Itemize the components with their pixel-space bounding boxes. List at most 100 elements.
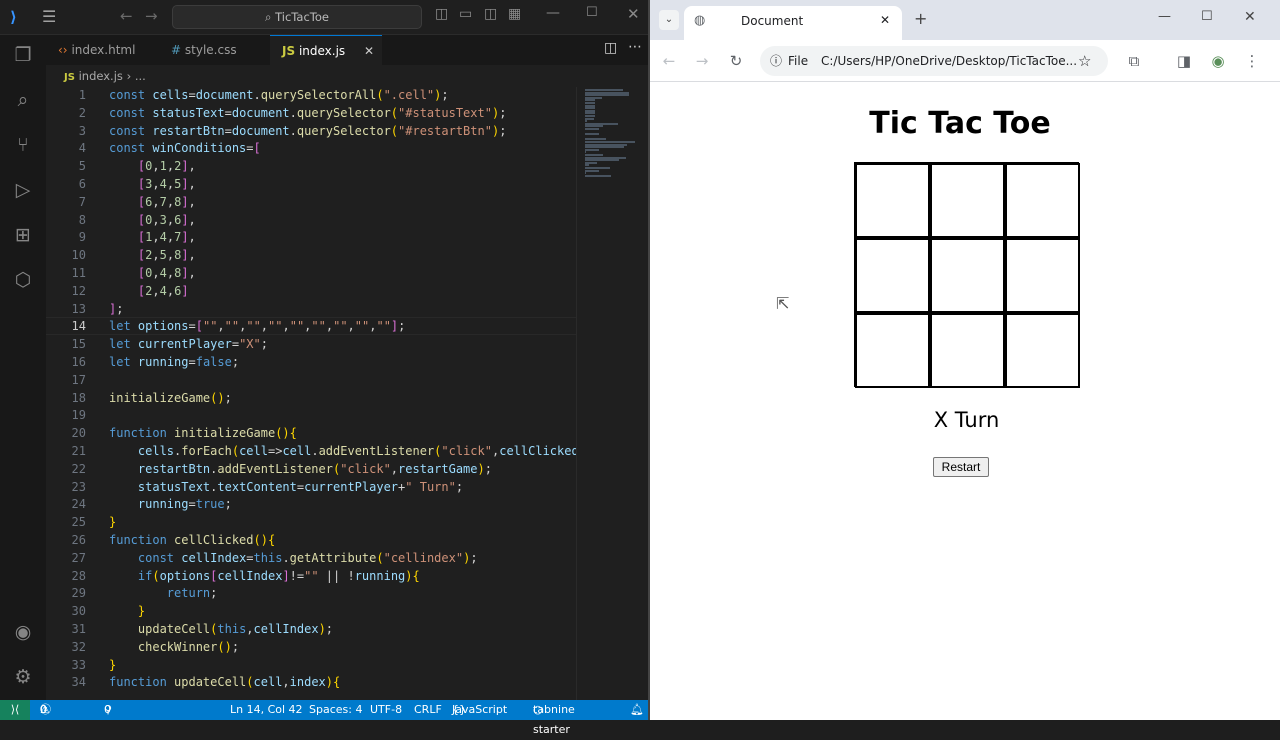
address-bar[interactable]: ⓘ File C:/Users/HP/OneDrive/Desktop/TicT… xyxy=(760,46,1108,76)
line-number: 18 xyxy=(71,390,86,405)
tab-index-html[interactable]: ‹› index.html xyxy=(46,35,158,65)
code-line[interactable]: const winConditions=[ xyxy=(109,140,261,158)
board-cell[interactable] xyxy=(930,238,1005,313)
cursor-position[interactable]: Ln 14, Col 42 xyxy=(230,700,303,720)
board-cell[interactable] xyxy=(1005,163,1080,238)
board-cell[interactable] xyxy=(855,313,930,388)
code-line[interactable]: [0,4,8], xyxy=(109,265,196,283)
code-line[interactable]: function updateCell(cell,index){ xyxy=(109,674,340,692)
code-line[interactable]: function cellClicked(){ xyxy=(109,532,275,550)
code-line[interactable]: const cells=document.querySelectorAll(".… xyxy=(109,87,449,105)
remote-indicator[interactable]: ⟩⟨ xyxy=(0,700,30,720)
code-line[interactable]: restartBtn.addEventListener("click",rest… xyxy=(109,461,492,479)
code-line[interactable]: cells.forEach(cell=>cell.addEventListene… xyxy=(109,443,576,461)
toggle-panel-icon[interactable]: ▭ xyxy=(459,6,472,22)
code-line[interactable]: [0,3,6], xyxy=(109,212,196,230)
tab-index-js[interactable]: JS index.js ✕ xyxy=(270,35,382,65)
more-actions-icon[interactable]: ⋯ xyxy=(628,39,642,55)
code-line[interactable]: [6,7,8], xyxy=(109,194,196,212)
code-line[interactable]: [3,4,5], xyxy=(109,176,196,194)
code-editor[interactable]: 1 const cells=document.querySelectorAll("… xyxy=(46,87,576,700)
breadcrumb-file[interactable]: index.js xyxy=(79,69,123,83)
board-cell[interactable] xyxy=(930,163,1005,238)
code-line[interactable]: ]; xyxy=(109,301,123,319)
close-tab-icon[interactable]: ✕ xyxy=(880,13,890,27)
toggle-secondary-sidebar-icon[interactable]: ◫ xyxy=(484,6,497,22)
code-line[interactable]: const statusText=document.querySelector(… xyxy=(109,105,506,123)
browser-window: ⌄ ◍ Document ✕ + — ☐ ✕ ← → ↻ ⓘ File C:/U… xyxy=(650,0,1280,720)
menu-icon[interactable]: ☰ xyxy=(42,7,56,26)
command-center-search[interactable]: ⌕ TicTacToe xyxy=(172,5,422,29)
code-line[interactable]: const cellIndex=this.getAttribute("celli… xyxy=(109,550,478,568)
line-number: 25 xyxy=(71,515,86,530)
minimap[interactable] xyxy=(576,87,648,700)
code-line[interactable]: [1,4,7], xyxy=(109,229,196,247)
encoding[interactable]: UTF-8 xyxy=(370,700,402,720)
search-icon[interactable]: ⌕ xyxy=(11,88,35,112)
code-line[interactable]: } xyxy=(109,514,116,532)
line-number: 16 xyxy=(71,355,86,369)
tab-style-css[interactable]: # style.css xyxy=(159,35,269,65)
maximize-icon[interactable]: ☐ xyxy=(1201,9,1213,24)
code-line[interactable]: const restartBtn=document.querySelector(… xyxy=(109,123,506,141)
tab-search-icon[interactable]: ⌄ xyxy=(659,10,679,30)
code-line[interactable]: running=true; xyxy=(109,496,232,514)
code-line[interactable]: let running=false; xyxy=(109,354,239,372)
code-line[interactable]: [2,5,8], xyxy=(109,247,196,265)
reload-icon[interactable]: ↻ xyxy=(724,49,748,73)
code-line[interactable]: function initializeGame(){ xyxy=(109,425,297,443)
back-arrow-icon[interactable]: ← xyxy=(120,7,133,25)
remote-explorer-icon[interactable]: ⬡ xyxy=(11,268,35,292)
board-cell[interactable] xyxy=(930,313,1005,388)
maximize-icon[interactable]: ☐ xyxy=(586,5,598,20)
layout-icon[interactable]: ▦ xyxy=(508,6,521,22)
menu-kebab-icon[interactable]: ⋮ xyxy=(1240,49,1264,73)
toggle-sidebar-icon[interactable]: ◫ xyxy=(435,6,448,22)
board-cell[interactable] xyxy=(855,238,930,313)
gear-icon[interactable]: ⚙ xyxy=(11,665,35,689)
mouse-cursor-icon: ⇱ xyxy=(776,294,790,313)
indentation[interactable]: Spaces: 4 xyxy=(309,700,362,720)
close-icon[interactable]: ✕ xyxy=(627,5,640,23)
line-ending[interactable]: CRLF xyxy=(414,700,442,720)
breadcrumb-rest[interactable]: ... xyxy=(135,69,146,83)
code-line[interactable]: return; xyxy=(109,585,218,603)
browser-tab[interactable]: ◍ Document ✕ xyxy=(684,6,902,40)
board-cell[interactable] xyxy=(1005,238,1080,313)
code-line[interactable]: statusText.textContent=currentPlayer+" T… xyxy=(109,479,463,497)
bookmark-star-icon[interactable]: ☆ xyxy=(1078,46,1091,76)
side-panel-icon[interactable]: ◨ xyxy=(1172,49,1196,73)
code-line[interactable]: checkWinner(); xyxy=(109,639,239,657)
code-line[interactable]: updateCell(this,cellIndex); xyxy=(109,621,333,639)
board-cell[interactable] xyxy=(855,163,930,238)
profile-avatar[interactable]: ◉ xyxy=(1206,49,1230,73)
forward-arrow-icon[interactable]: → xyxy=(145,7,158,25)
explorer-icon[interactable]: ❐ xyxy=(11,43,35,67)
line-number: 34 xyxy=(71,675,86,690)
code-line[interactable]: initializeGame(); xyxy=(109,390,232,408)
code-line[interactable]: let currentPlayer="X"; xyxy=(109,336,268,354)
code-line[interactable]: [2,4,6] xyxy=(109,283,189,301)
code-line[interactable]: } xyxy=(109,603,145,621)
run-debug-icon[interactable]: ▷ xyxy=(11,178,35,202)
restart-button[interactable]: Restart xyxy=(933,457,989,477)
forward-icon[interactable]: → xyxy=(690,49,714,73)
close-icon[interactable]: ✕ xyxy=(1244,9,1256,25)
code-line[interactable]: } xyxy=(109,657,116,675)
notifications-bell-icon[interactable]: 🔔︎ xyxy=(630,700,644,720)
accounts-icon[interactable]: ◉ xyxy=(11,620,35,644)
line-number: 15 xyxy=(71,337,86,352)
back-icon[interactable]: ← xyxy=(657,49,681,73)
extensions-icon[interactable]: ⧉ xyxy=(1122,49,1146,73)
minimize-icon[interactable]: — xyxy=(1158,9,1171,24)
code-line[interactable]: [0,1,2], xyxy=(109,158,196,176)
line-number: 31 xyxy=(71,622,86,636)
extensions-icon[interactable]: ⊞ xyxy=(11,223,35,247)
code-line[interactable]: if(options[cellIndex]!="" || !running){ xyxy=(109,568,420,586)
minimize-icon[interactable]: — xyxy=(546,5,560,21)
new-tab-icon[interactable]: + xyxy=(914,9,927,28)
source-control-icon[interactable]: ⑂ xyxy=(11,133,35,157)
close-tab-icon[interactable]: ✕ xyxy=(364,36,374,66)
split-editor-icon[interactable]: ◫ xyxy=(604,40,617,56)
board-cell[interactable] xyxy=(1005,313,1080,388)
